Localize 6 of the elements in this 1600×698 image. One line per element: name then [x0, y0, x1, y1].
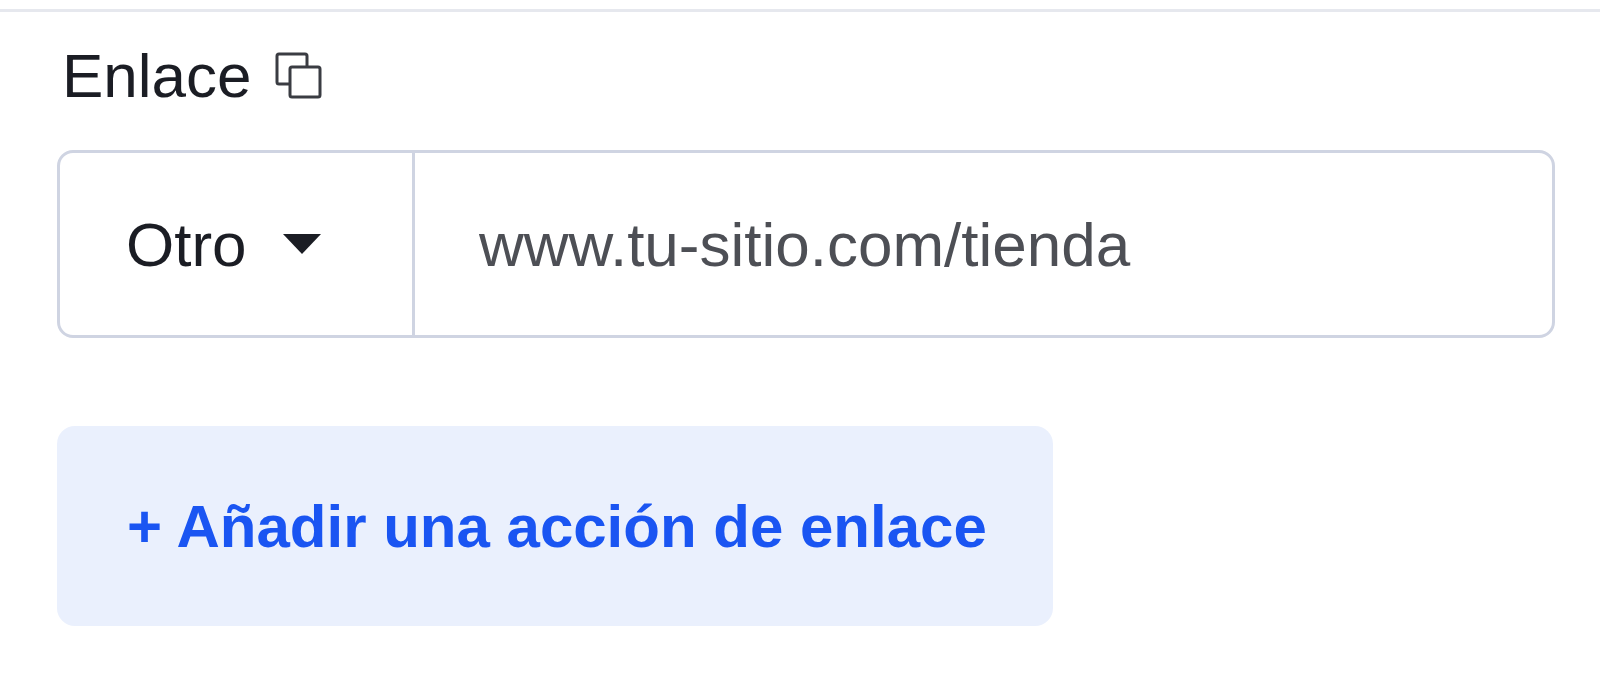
link-type-dropdown[interactable]: Otro [60, 153, 415, 335]
copy-icon[interactable] [273, 51, 324, 101]
add-link-action-button[interactable]: + Añadir una acción de enlace [57, 426, 1053, 626]
link-input-field[interactable]: Otro www.tu-sitio.com/tienda [57, 150, 1555, 338]
caret-icon [282, 234, 321, 254]
field-label: Enlace [62, 45, 252, 107]
